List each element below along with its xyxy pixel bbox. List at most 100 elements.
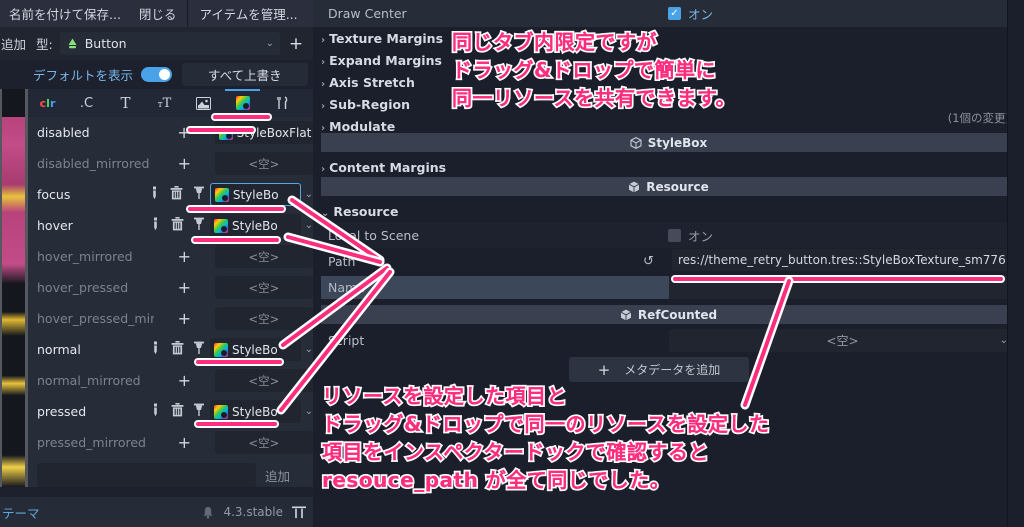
save-as-button[interactable]: 名前を付けて保存...: [0, 0, 130, 27]
show-default-toggle[interactable]: [141, 66, 173, 82]
delete-icon[interactable]: [166, 186, 188, 203]
theme-item-row[interactable]: hover_pressed_mirr + <空>: [28, 303, 313, 334]
add-item-button[interactable]: 追加: [265, 466, 290, 485]
path-value-field[interactable]: res://theme_retry_button.tres::StyleBoxT…: [672, 249, 1012, 271]
script-label: Script: [328, 333, 365, 348]
add-metadata-button[interactable]: + メタデータを追加: [569, 357, 749, 382]
theme-item-row[interactable]: focus StyleBo ⌄: [28, 179, 313, 210]
tab-constant[interactable]: .C: [67, 89, 106, 117]
theme-item-value-resource[interactable]: StyleBo: [209, 183, 301, 206]
theme-item-actions: [144, 341, 210, 358]
edit-icon[interactable]: [144, 217, 166, 234]
chevron-right-icon: ›: [321, 164, 326, 175]
theme-items-list: disabled + StyleBoxFlat disabled_mirrored + <…: [28, 117, 314, 487]
color-icon: clr: [39, 96, 56, 110]
add-item-input[interactable]: [37, 463, 256, 487]
theme-item-name: hover_pressed: [37, 280, 129, 295]
type-select[interactable]: Button ⌄: [59, 32, 280, 55]
theme-item-value-resource[interactable]: StyleBo: [210, 214, 301, 237]
theme-item-row[interactable]: hover_pressed + <空>: [28, 272, 313, 303]
add-item-override-button[interactable]: +: [154, 309, 215, 328]
add-item-override-button[interactable]: +: [154, 371, 215, 390]
theme-item-value-empty[interactable]: <空>: [214, 431, 313, 454]
script-row: Script <空> ⌄: [313, 328, 1024, 353]
options-row: デフォルトを表示 すべて上書き: [0, 60, 313, 88]
tab-tools[interactable]: [262, 89, 301, 117]
chevron-down-icon-value[interactable]: ⌄: [305, 220, 313, 231]
name-value-field[interactable]: [669, 276, 1016, 299]
resource-cube-icon-2: [629, 181, 640, 192]
theme-item-value-empty[interactable]: <空>: [214, 369, 313, 392]
chevron-down-icon-value[interactable]: ⌄: [305, 344, 313, 355]
type-value: Button: [84, 36, 127, 51]
theme-item-row[interactable]: normal_mirrored + <空>: [28, 365, 313, 396]
theme-item-value-text: <空>: [248, 435, 280, 450]
draw-center-checkbox[interactable]: ✓: [668, 7, 681, 20]
theme-item-row[interactable]: normal StyleBo ⌄: [28, 334, 313, 365]
theme-item-value-text: StyleBo: [232, 342, 278, 357]
add-type-button[interactable]: +: [285, 32, 307, 55]
chevron-down-icon-value[interactable]: ⌄: [305, 406, 313, 417]
add-item-override-button[interactable]: +: [154, 278, 215, 297]
bottom-tab-theme[interactable]: テーマ: [2, 503, 40, 522]
screenshot-root: 名前を付けて保存... 閉じる アイテムを管理... 追加 型: Button …: [0, 0, 1024, 527]
theme-item-row[interactable]: hover_mirrored + <空>: [28, 241, 313, 272]
tab-color[interactable]: clr: [28, 89, 67, 117]
theme-item-row[interactable]: pressed StyleBo ⌄: [28, 396, 313, 427]
add-item-override-button[interactable]: +: [154, 123, 215, 142]
edit-icon[interactable]: [144, 341, 166, 358]
edit-icon[interactable]: [144, 186, 166, 203]
theme-item-row[interactable]: pressed_mirrored + <空>: [28, 427, 313, 458]
layout-toggle-icon[interactable]: [292, 506, 306, 519]
theme-item-name: disabled_mirrored: [37, 156, 150, 171]
theme-item-value-resource[interactable]: StyleBoxFlat: [214, 121, 314, 144]
inspector-group-label: › Sub-Region: [321, 96, 410, 112]
tab-icon[interactable]: [184, 89, 223, 117]
edit-icon[interactable]: [144, 403, 166, 420]
theme-item-value-empty[interactable]: <空>: [214, 307, 313, 330]
pin-icon[interactable]: [188, 186, 210, 203]
stylebox-section-label: StyleBox: [647, 135, 708, 150]
delete-icon[interactable]: [166, 341, 188, 358]
theme-item-value-text: <空>: [248, 280, 280, 295]
pin-icon[interactable]: [188, 217, 210, 234]
theme-item-name: pressed: [37, 404, 87, 419]
delete-icon[interactable]: [166, 403, 188, 420]
theme-item-value-empty[interactable]: <空>: [214, 276, 313, 299]
tab-font-size[interactable]: тT: [145, 89, 184, 117]
script-value-select[interactable]: <空> ⌄: [669, 329, 1016, 352]
local-to-scene-checkbox[interactable]: [668, 229, 681, 242]
draw-center-checkbox-label: オン: [688, 7, 714, 22]
revert-icon[interactable]: ↺: [643, 254, 654, 269]
theme-item-row[interactable]: disabled_mirrored + <空>: [28, 148, 313, 179]
tab-font[interactable]: T: [106, 89, 145, 117]
constant-icon: .C: [79, 95, 94, 111]
manage-items-button[interactable]: アイテムを管理...: [190, 0, 306, 27]
theme-item-value-empty[interactable]: <空>: [214, 245, 313, 268]
theme-item-actions: [144, 217, 210, 234]
add-item-override-button[interactable]: +: [154, 247, 215, 266]
theme-item-row[interactable]: hover StyleBo ⌄: [28, 210, 313, 241]
close-button[interactable]: 閉じる: [130, 0, 186, 27]
pin-icon[interactable]: [188, 341, 210, 358]
chevron-down-icon-value[interactable]: ⌄: [305, 189, 313, 200]
theme-item-row[interactable]: disabled + StyleBoxFlat: [28, 117, 314, 148]
show-default-label: デフォルトを表示: [33, 67, 134, 83]
delete-icon[interactable]: [166, 217, 188, 234]
add-item-override-button[interactable]: +: [154, 433, 215, 452]
image-icon: [196, 96, 211, 110]
theme-item-value-resource[interactable]: StyleBo: [210, 338, 301, 361]
theme-item-actions: [144, 403, 210, 420]
override-all-button[interactable]: すべて上書き: [182, 62, 308, 86]
add-item-override-button[interactable]: +: [154, 154, 215, 173]
theme-item-value-resource[interactable]: StyleBo: [210, 400, 301, 423]
bell-icon[interactable]: [202, 506, 214, 519]
add-label[interactable]: 追加: [0, 34, 28, 53]
pin-icon[interactable]: [188, 403, 210, 420]
theme-item-value-empty[interactable]: <空>: [214, 152, 313, 175]
tab-stylebox[interactable]: [223, 89, 262, 117]
add-metadata-label: メタデータを追加: [624, 363, 721, 377]
resource-group-row[interactable]: ⌄ Resource: [313, 199, 1024, 224]
tools-icon: [276, 96, 287, 109]
theme-item-name: normal: [37, 342, 81, 357]
